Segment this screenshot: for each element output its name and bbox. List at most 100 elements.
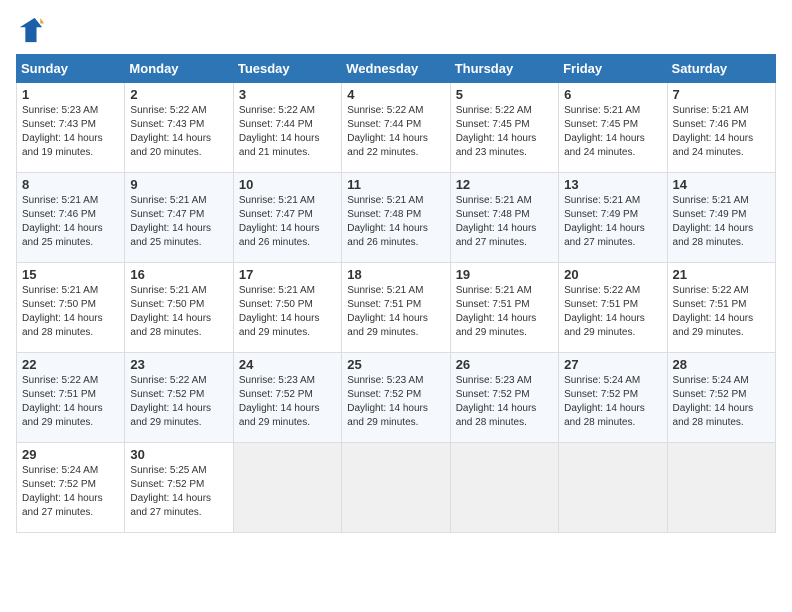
day-number: 8 (22, 177, 119, 192)
day-info: Sunrise: 5:23 AM Sunset: 7:52 PM Dayligh… (347, 374, 444, 430)
calendar-cell: 18 Sunrise: 5:21 AM Sunset: 7:51 PM Dayl… (342, 263, 450, 353)
day-info: Sunrise: 5:21 AM Sunset: 7:46 PM Dayligh… (22, 194, 119, 250)
day-number: 17 (239, 267, 336, 282)
day-info: Sunrise: 5:22 AM Sunset: 7:44 PM Dayligh… (347, 104, 444, 160)
column-header-thursday: Thursday (450, 55, 558, 83)
day-info: Sunrise: 5:21 AM Sunset: 7:50 PM Dayligh… (130, 284, 227, 340)
day-info: Sunrise: 5:22 AM Sunset: 7:52 PM Dayligh… (130, 374, 227, 430)
day-number: 30 (130, 447, 227, 462)
day-number: 25 (347, 357, 444, 372)
calendar-cell: 14 Sunrise: 5:21 AM Sunset: 7:49 PM Dayl… (667, 173, 775, 263)
calendar-cell: 26 Sunrise: 5:23 AM Sunset: 7:52 PM Dayl… (450, 353, 558, 443)
day-info: Sunrise: 5:21 AM Sunset: 7:48 PM Dayligh… (456, 194, 553, 250)
calendar-cell (233, 443, 341, 533)
day-info: Sunrise: 5:21 AM Sunset: 7:50 PM Dayligh… (239, 284, 336, 340)
calendar-cell: 24 Sunrise: 5:23 AM Sunset: 7:52 PM Dayl… (233, 353, 341, 443)
day-number: 14 (673, 177, 770, 192)
day-number: 6 (564, 87, 661, 102)
calendar-cell: 3 Sunrise: 5:22 AM Sunset: 7:44 PM Dayli… (233, 83, 341, 173)
day-info: Sunrise: 5:21 AM Sunset: 7:51 PM Dayligh… (456, 284, 553, 340)
day-info: Sunrise: 5:22 AM Sunset: 7:45 PM Dayligh… (456, 104, 553, 160)
day-info: Sunrise: 5:21 AM Sunset: 7:48 PM Dayligh… (347, 194, 444, 250)
calendar-cell: 21 Sunrise: 5:22 AM Sunset: 7:51 PM Dayl… (667, 263, 775, 353)
calendar-cell: 12 Sunrise: 5:21 AM Sunset: 7:48 PM Dayl… (450, 173, 558, 263)
column-header-friday: Friday (559, 55, 667, 83)
logo (16, 16, 48, 44)
week-row-4: 22 Sunrise: 5:22 AM Sunset: 7:51 PM Dayl… (17, 353, 776, 443)
day-number: 26 (456, 357, 553, 372)
calendar-cell: 7 Sunrise: 5:21 AM Sunset: 7:46 PM Dayli… (667, 83, 775, 173)
day-info: Sunrise: 5:21 AM Sunset: 7:45 PM Dayligh… (564, 104, 661, 160)
day-number: 20 (564, 267, 661, 282)
calendar-cell: 4 Sunrise: 5:22 AM Sunset: 7:44 PM Dayli… (342, 83, 450, 173)
calendar-cell: 28 Sunrise: 5:24 AM Sunset: 7:52 PM Dayl… (667, 353, 775, 443)
day-number: 15 (22, 267, 119, 282)
logo-icon (16, 16, 44, 44)
day-info: Sunrise: 5:22 AM Sunset: 7:51 PM Dayligh… (673, 284, 770, 340)
calendar-cell: 27 Sunrise: 5:24 AM Sunset: 7:52 PM Dayl… (559, 353, 667, 443)
day-number: 7 (673, 87, 770, 102)
calendar-cell: 11 Sunrise: 5:21 AM Sunset: 7:48 PM Dayl… (342, 173, 450, 263)
calendar-cell: 17 Sunrise: 5:21 AM Sunset: 7:50 PM Dayl… (233, 263, 341, 353)
column-header-tuesday: Tuesday (233, 55, 341, 83)
calendar-cell: 8 Sunrise: 5:21 AM Sunset: 7:46 PM Dayli… (17, 173, 125, 263)
day-number: 23 (130, 357, 227, 372)
column-header-saturday: Saturday (667, 55, 775, 83)
day-info: Sunrise: 5:23 AM Sunset: 7:43 PM Dayligh… (22, 104, 119, 160)
day-number: 11 (347, 177, 444, 192)
day-number: 12 (456, 177, 553, 192)
day-number: 4 (347, 87, 444, 102)
day-info: Sunrise: 5:21 AM Sunset: 7:47 PM Dayligh… (239, 194, 336, 250)
day-info: Sunrise: 5:25 AM Sunset: 7:52 PM Dayligh… (130, 464, 227, 520)
column-header-wednesday: Wednesday (342, 55, 450, 83)
day-number: 18 (347, 267, 444, 282)
week-row-2: 8 Sunrise: 5:21 AM Sunset: 7:46 PM Dayli… (17, 173, 776, 263)
week-row-5: 29 Sunrise: 5:24 AM Sunset: 7:52 PM Dayl… (17, 443, 776, 533)
day-number: 19 (456, 267, 553, 282)
calendar-table: SundayMondayTuesdayWednesdayThursdayFrid… (16, 54, 776, 533)
day-number: 28 (673, 357, 770, 372)
day-info: Sunrise: 5:23 AM Sunset: 7:52 PM Dayligh… (456, 374, 553, 430)
calendar-cell (559, 443, 667, 533)
calendar-cell: 25 Sunrise: 5:23 AM Sunset: 7:52 PM Dayl… (342, 353, 450, 443)
calendar-cell: 10 Sunrise: 5:21 AM Sunset: 7:47 PM Dayl… (233, 173, 341, 263)
calendar-header-row: SundayMondayTuesdayWednesdayThursdayFrid… (17, 55, 776, 83)
week-row-3: 15 Sunrise: 5:21 AM Sunset: 7:50 PM Dayl… (17, 263, 776, 353)
day-info: Sunrise: 5:24 AM Sunset: 7:52 PM Dayligh… (22, 464, 119, 520)
calendar-cell: 5 Sunrise: 5:22 AM Sunset: 7:45 PM Dayli… (450, 83, 558, 173)
calendar-cell: 30 Sunrise: 5:25 AM Sunset: 7:52 PM Dayl… (125, 443, 233, 533)
day-number: 1 (22, 87, 119, 102)
day-info: Sunrise: 5:21 AM Sunset: 7:47 PM Dayligh… (130, 194, 227, 250)
day-info: Sunrise: 5:24 AM Sunset: 7:52 PM Dayligh… (673, 374, 770, 430)
day-info: Sunrise: 5:21 AM Sunset: 7:49 PM Dayligh… (564, 194, 661, 250)
week-row-1: 1 Sunrise: 5:23 AM Sunset: 7:43 PM Dayli… (17, 83, 776, 173)
calendar-cell: 9 Sunrise: 5:21 AM Sunset: 7:47 PM Dayli… (125, 173, 233, 263)
day-number: 27 (564, 357, 661, 372)
day-info: Sunrise: 5:22 AM Sunset: 7:43 PM Dayligh… (130, 104, 227, 160)
day-number: 2 (130, 87, 227, 102)
day-number: 3 (239, 87, 336, 102)
day-number: 21 (673, 267, 770, 282)
day-info: Sunrise: 5:22 AM Sunset: 7:51 PM Dayligh… (22, 374, 119, 430)
day-info: Sunrise: 5:23 AM Sunset: 7:52 PM Dayligh… (239, 374, 336, 430)
calendar-cell: 19 Sunrise: 5:21 AM Sunset: 7:51 PM Dayl… (450, 263, 558, 353)
day-info: Sunrise: 5:21 AM Sunset: 7:46 PM Dayligh… (673, 104, 770, 160)
calendar-cell: 13 Sunrise: 5:21 AM Sunset: 7:49 PM Dayl… (559, 173, 667, 263)
day-number: 5 (456, 87, 553, 102)
day-info: Sunrise: 5:21 AM Sunset: 7:49 PM Dayligh… (673, 194, 770, 250)
day-number: 24 (239, 357, 336, 372)
column-header-monday: Monday (125, 55, 233, 83)
day-number: 29 (22, 447, 119, 462)
day-number: 13 (564, 177, 661, 192)
day-info: Sunrise: 5:21 AM Sunset: 7:51 PM Dayligh… (347, 284, 444, 340)
column-header-sunday: Sunday (17, 55, 125, 83)
calendar-cell: 20 Sunrise: 5:22 AM Sunset: 7:51 PM Dayl… (559, 263, 667, 353)
day-number: 10 (239, 177, 336, 192)
calendar-cell: 22 Sunrise: 5:22 AM Sunset: 7:51 PM Dayl… (17, 353, 125, 443)
calendar-cell: 23 Sunrise: 5:22 AM Sunset: 7:52 PM Dayl… (125, 353, 233, 443)
day-info: Sunrise: 5:22 AM Sunset: 7:44 PM Dayligh… (239, 104, 336, 160)
calendar-cell (667, 443, 775, 533)
day-info: Sunrise: 5:24 AM Sunset: 7:52 PM Dayligh… (564, 374, 661, 430)
calendar-cell: 16 Sunrise: 5:21 AM Sunset: 7:50 PM Dayl… (125, 263, 233, 353)
calendar-cell: 6 Sunrise: 5:21 AM Sunset: 7:45 PM Dayli… (559, 83, 667, 173)
